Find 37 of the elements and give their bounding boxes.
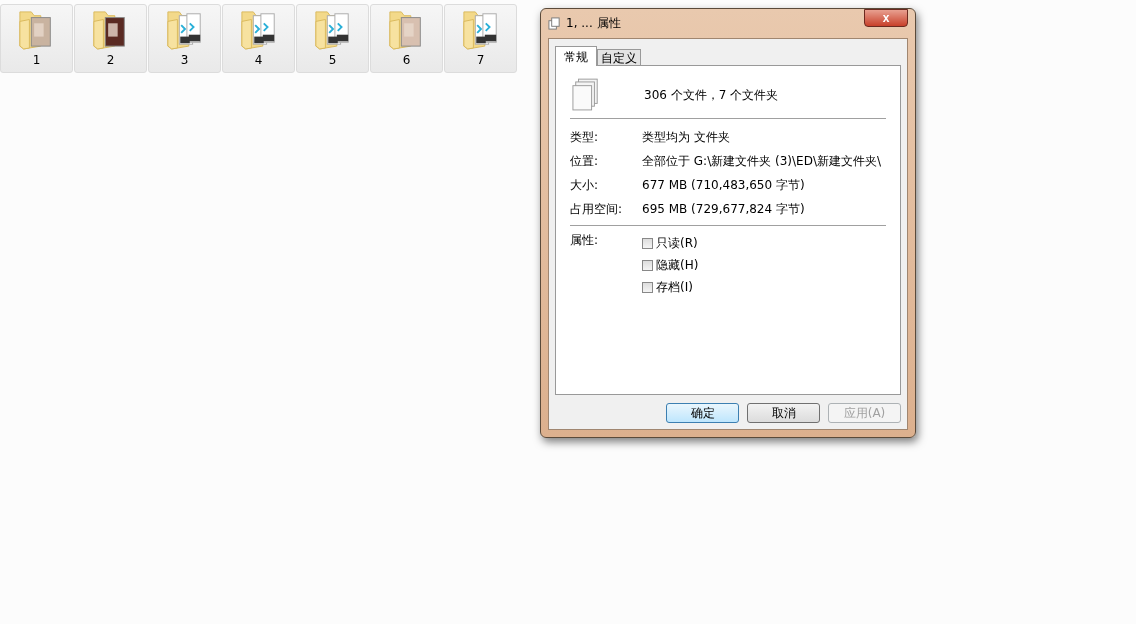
tab[interactable]: 自定义	[597, 49, 641, 65]
dialog-button[interactable]: 确定	[666, 403, 739, 423]
field-value: 全部位于 G:\新建文件夹 (3)\ED\新建文件夹\	[642, 152, 881, 170]
field-label: 类型:	[570, 128, 600, 146]
folder-item[interactable]: 5	[296, 4, 369, 73]
folder-item[interactable]: 6	[370, 4, 443, 73]
checkbox[interactable]	[642, 238, 653, 249]
files-icon	[548, 17, 561, 30]
field-label: 大小:	[570, 176, 600, 194]
folder-name: 6	[402, 53, 411, 67]
folder-item[interactable]: 2	[74, 4, 147, 73]
folder-name: 7	[476, 53, 485, 67]
summary-text: 306 个文件，7 个文件夹	[644, 86, 779, 104]
checkbox-label[interactable]: 存档(I)	[656, 279, 693, 296]
checkbox-label[interactable]: 隐藏(H)	[656, 257, 699, 274]
folder-item[interactable]: 3	[148, 4, 221, 73]
field-label: 占用空间:	[570, 200, 624, 218]
files-icon	[572, 78, 600, 112]
folder-item[interactable]: 1	[0, 4, 73, 73]
folder-item[interactable]: 7	[444, 4, 517, 73]
tab[interactable]: 常规	[555, 46, 597, 66]
field-value: 类型均为 文件夹	[642, 128, 730, 146]
folder-name: 2	[106, 53, 115, 67]
folder-name: 3	[180, 53, 189, 67]
folder-name: 1	[32, 53, 41, 67]
folder-name: 5	[328, 53, 337, 67]
field-label: 位置:	[570, 152, 600, 170]
field-value: 695 MB (729,677,824 字节)	[642, 200, 805, 218]
checkbox[interactable]	[642, 260, 653, 271]
folder-item[interactable]: 4	[222, 4, 295, 73]
checkbox[interactable]	[642, 282, 653, 293]
checkbox-label[interactable]: 只读(R)	[656, 235, 698, 252]
field-label: 属性:	[570, 232, 600, 249]
folder-name: 4	[254, 53, 263, 67]
field-value: 677 MB (710,483,650 字节)	[642, 176, 805, 194]
window-title: 1, ... 属性	[566, 15, 622, 32]
dialog-button[interactable]: 取消	[747, 403, 820, 423]
